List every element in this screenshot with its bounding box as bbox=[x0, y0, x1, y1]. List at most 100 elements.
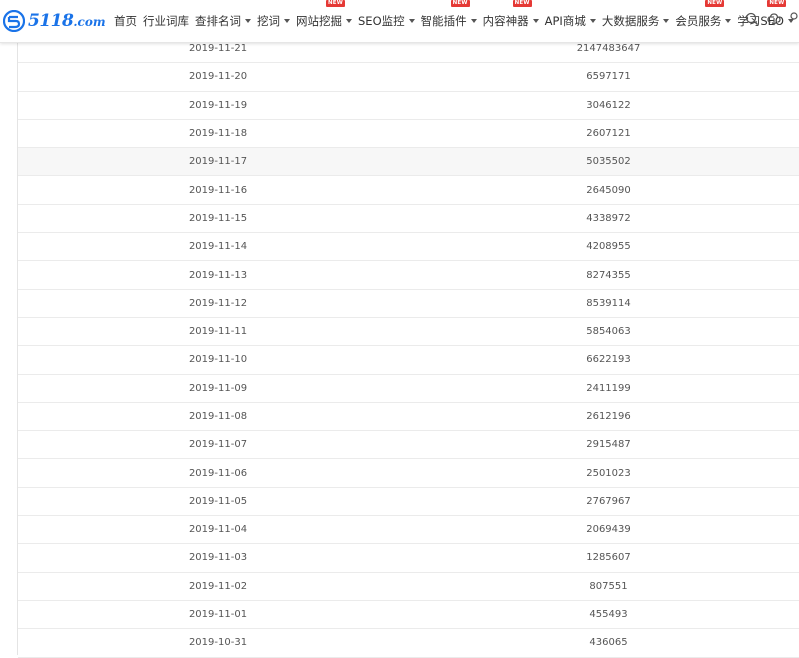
nav-item-label: 挖词 bbox=[257, 14, 280, 28]
table-row: 2019-11-12 8539114 bbox=[18, 290, 799, 318]
table-row: 2019-11-16 2645090 bbox=[18, 176, 799, 205]
logo-icon bbox=[3, 10, 25, 32]
date-cell: 2019-11-02 bbox=[188, 580, 248, 592]
nav-item-label: SEO监控 bbox=[358, 14, 405, 28]
search-icon[interactable] bbox=[745, 12, 759, 26]
value-cell: 2411199 bbox=[586, 382, 631, 394]
table-row: 2019-11-01 455493 bbox=[18, 601, 799, 630]
date-cell: 2019-11-06 bbox=[188, 467, 248, 479]
date-cell: 2019-11-18 bbox=[188, 128, 248, 140]
user-icon[interactable] bbox=[789, 12, 799, 26]
table-row: 2019-11-02 807551 bbox=[18, 573, 799, 601]
chevron-down-icon bbox=[725, 19, 732, 23]
chevron-down-icon bbox=[284, 19, 290, 23]
date-cell: 2019-11-16 bbox=[188, 184, 248, 196]
date-cell: 2019-10-31 bbox=[188, 637, 248, 649]
value-cell: 3046122 bbox=[586, 99, 631, 111]
nav-item[interactable]: 挖词 bbox=[257, 13, 290, 29]
nav-item[interactable]: 网站挖掘 NEW bbox=[296, 0, 352, 29]
value-cell: 4208955 bbox=[586, 241, 631, 253]
value-cell: 2612196 bbox=[586, 411, 631, 422]
nav-item-label: 首页 bbox=[114, 14, 137, 28]
table-row: 2019-11-13 8274355 bbox=[18, 261, 799, 290]
value-cell: 5854063 bbox=[586, 326, 631, 338]
value-cell: 807551 bbox=[589, 580, 628, 592]
table-row: 2019-11-11 5854063 bbox=[18, 318, 799, 347]
date-cell: 2019-11-04 bbox=[188, 524, 248, 536]
site-logo[interactable]: 5118.com bbox=[3, 7, 109, 35]
chevron-down-icon bbox=[245, 19, 251, 23]
cloud-download-icon[interactable] bbox=[767, 12, 781, 26]
value-cell: 2501023 bbox=[586, 467, 631, 479]
value-cell: 1285607 bbox=[586, 552, 631, 564]
new-badge: NEW bbox=[326, 0, 346, 7]
table-row: 2019-10-31 436065 bbox=[18, 629, 799, 658]
table-row: 2019-11-17 5035502 bbox=[18, 148, 799, 177]
nav-item-label: 查排名词 bbox=[195, 14, 241, 28]
header-icons bbox=[737, 12, 799, 26]
value-cell: 6622193 bbox=[586, 354, 631, 366]
value-cell: 2767967 bbox=[586, 495, 631, 507]
value-cell: 2069439 bbox=[586, 524, 631, 536]
chevron-down-icon bbox=[470, 19, 477, 23]
table-row: 2019-11-09 2411199 bbox=[18, 375, 799, 403]
top-navbar: 5118.com 首页 行业词库 查排名词 挖词 网站挖掘 NEW SEO监控 智能插件 NEW… bbox=[0, 0, 799, 43]
chevron-down-icon bbox=[532, 19, 539, 23]
date-cell: 2019-11-21 bbox=[188, 43, 248, 55]
nav-item[interactable]: 行业词库 bbox=[143, 13, 189, 29]
logo-text: 5118.com bbox=[28, 11, 106, 31]
nav-item[interactable]: 大数据服务 bbox=[602, 13, 670, 29]
table-row: 2019-11-19 3046122 bbox=[18, 92, 799, 120]
nav-item-label: 网站挖掘 bbox=[296, 14, 342, 28]
new-badge: NEW bbox=[767, 0, 787, 7]
nav-item[interactable]: 智能插件 NEW bbox=[420, 0, 477, 29]
table-row: 2019-11-03 1285607 bbox=[18, 544, 799, 573]
date-cell: 2019-11-17 bbox=[188, 156, 248, 168]
new-badge: NEW bbox=[450, 0, 470, 7]
nav-item-label: 智能插件 bbox=[420, 14, 467, 28]
date-cell: 2019-11-05 bbox=[188, 495, 248, 507]
chevron-down-icon bbox=[663, 19, 670, 23]
nav-item[interactable]: 首页 bbox=[114, 13, 137, 29]
value-cell: 2645090 bbox=[586, 184, 631, 196]
nav-item-label: API商城 bbox=[544, 14, 586, 28]
nav-item[interactable]: 会员服务 NEW bbox=[675, 0, 732, 29]
value-cell: 5035502 bbox=[586, 156, 631, 168]
value-cell: 2607121 bbox=[586, 128, 631, 140]
value-cell: 4338972 bbox=[586, 212, 631, 224]
data-table: 2019-11-21 2147483647 2019-11-20 6597171 201… bbox=[18, 35, 799, 658]
date-cell: 2019-11-10 bbox=[188, 354, 248, 366]
nav-item-label: 大数据服务 bbox=[601, 14, 660, 28]
nav-item-label: 行业词库 bbox=[143, 14, 189, 28]
table-row: 2019-11-07 2915487 bbox=[18, 431, 799, 460]
table-row: 2019-11-05 2767967 bbox=[18, 488, 799, 517]
date-cell: 2019-11-09 bbox=[188, 382, 248, 394]
date-cell: 2019-11-11 bbox=[188, 326, 248, 338]
nav-item[interactable]: SEO监控 bbox=[358, 13, 415, 29]
value-cell: 455493 bbox=[589, 609, 628, 621]
chevron-down-icon bbox=[408, 19, 415, 23]
chevron-down-icon bbox=[346, 19, 352, 23]
nav-item[interactable]: API商城 bbox=[545, 13, 596, 29]
table-row: 2019-11-14 4208955 bbox=[18, 233, 799, 262]
table-row: 2019-11-06 2501023 bbox=[18, 459, 799, 488]
date-cell: 2019-11-01 bbox=[188, 609, 248, 621]
date-cell: 2019-11-19 bbox=[188, 99, 248, 111]
date-cell: 2019-11-20 bbox=[188, 71, 248, 83]
date-cell: 2019-11-14 bbox=[188, 241, 248, 253]
nav-item-label: 内容神器 bbox=[482, 14, 529, 28]
table-row: 2019-11-18 2607121 bbox=[18, 120, 799, 149]
nav-item[interactable]: 查排名词 bbox=[195, 13, 251, 29]
main-nav: 首页 行业词库 查排名词 挖词 网站挖掘 NEW SEO监控 智能插件 NEW 内容神器 NEW AP… bbox=[114, 0, 799, 42]
table-row: 2019-11-08 2612196 bbox=[18, 403, 799, 432]
value-cell: 6597171 bbox=[586, 71, 631, 83]
date-cell: 2019-11-08 bbox=[188, 411, 248, 422]
chevron-down-icon bbox=[589, 19, 596, 23]
table-row: 2019-11-15 4338972 bbox=[18, 205, 799, 234]
value-cell: 8274355 bbox=[586, 269, 631, 281]
nav-item[interactable]: 内容神器 NEW bbox=[482, 0, 539, 29]
table-row: 2019-11-10 6622193 bbox=[18, 346, 799, 375]
value-cell: 2915487 bbox=[586, 439, 631, 451]
table-row: 2019-11-20 6597171 bbox=[18, 63, 799, 92]
new-badge: NEW bbox=[705, 0, 725, 7]
